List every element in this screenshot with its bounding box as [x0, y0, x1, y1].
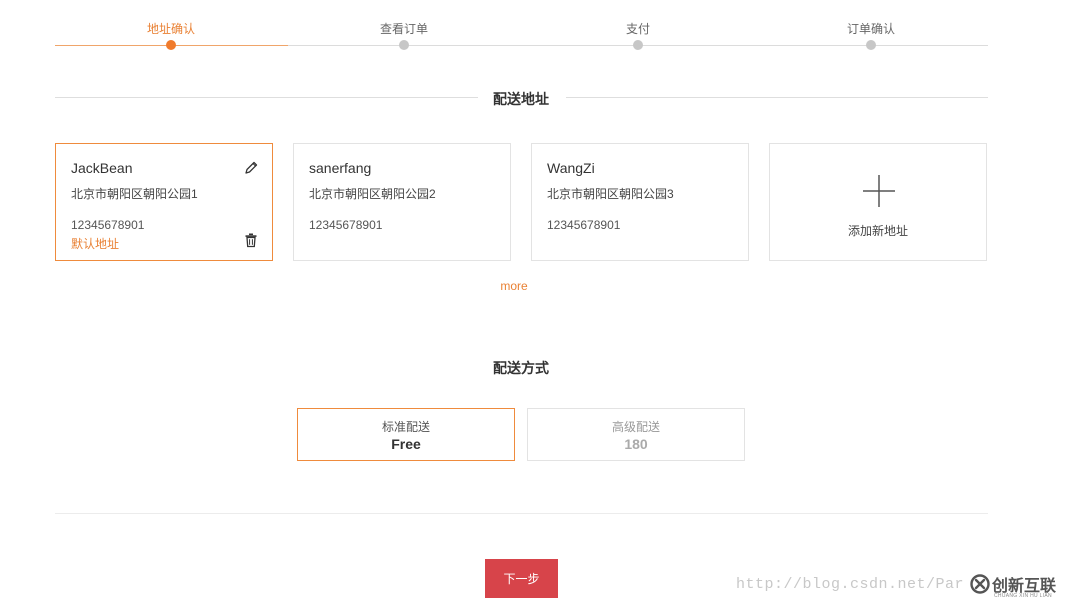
- address-name: WangZi: [547, 160, 595, 176]
- address-card-1[interactable]: JackBean 北京市朝阳区朝阳公园1 12345678901 默认地址: [55, 143, 273, 261]
- step-dot-confirm: [866, 40, 876, 50]
- step-label-payment: 支付: [625, 22, 650, 36]
- address-divider-left: [55, 97, 478, 98]
- watermark-badge: 创新互联 CHUANG XIN HU LIAN: [966, 566, 1067, 606]
- watermark-brand-sub: CHUANG XIN HU LIAN: [994, 593, 1052, 599]
- footer-divider: [55, 513, 988, 514]
- edit-pencil-icon[interactable]: [243, 160, 259, 176]
- address-text: 北京市朝阳区朝阳公园2: [309, 187, 436, 201]
- default-address-badge: 默认地址: [71, 237, 120, 251]
- next-step-button[interactable]: 下一步: [485, 559, 558, 598]
- step-label-confirm: 订单确认: [846, 22, 895, 36]
- address-name: JackBean: [71, 160, 133, 176]
- add-address-label: 添加新地址: [847, 224, 908, 238]
- address-name: sanerfang: [309, 160, 372, 176]
- address-section-title: 配送地址: [493, 91, 549, 107]
- plus-icon: [862, 174, 896, 208]
- address-phone: 12345678901: [547, 218, 621, 232]
- address-divider-right: [566, 97, 988, 98]
- address-phone: 12345678901: [71, 218, 145, 232]
- add-address-card[interactable]: 添加新地址: [769, 143, 987, 261]
- address-text: 北京市朝阳区朝阳公园1: [71, 187, 198, 201]
- shipping-option-premium[interactable]: 高级配送 180: [527, 408, 745, 461]
- more-addresses-link[interactable]: more: [480, 279, 548, 293]
- address-phone: 12345678901: [309, 218, 383, 232]
- step-label-review: 查看订单: [379, 22, 428, 36]
- shipping-option-price: Free: [391, 436, 421, 452]
- shipping-option-name: 标准配送: [381, 420, 430, 434]
- step-dot-review: [399, 40, 409, 50]
- step-dot-payment: [633, 40, 643, 50]
- shipping-option-standard[interactable]: 标准配送 Free: [297, 408, 515, 461]
- step-label-address: 地址确认: [146, 22, 195, 36]
- shipping-option-price: 180: [624, 436, 648, 452]
- trash-icon[interactable]: [243, 232, 259, 248]
- brand-logo-icon: [970, 574, 990, 599]
- address-card-3[interactable]: WangZi 北京市朝阳区朝阳公园3 12345678901: [531, 143, 749, 261]
- address-text: 北京市朝阳区朝阳公园3: [547, 187, 674, 201]
- shipping-option-name: 高级配送: [611, 420, 660, 434]
- step-dot-address: [166, 40, 176, 50]
- shipping-section-title: 配送方式: [493, 360, 549, 376]
- watermark-url: http://blog.csdn.net/Par: [736, 576, 965, 593]
- address-card-2[interactable]: sanerfang 北京市朝阳区朝阳公园2 12345678901: [293, 143, 511, 261]
